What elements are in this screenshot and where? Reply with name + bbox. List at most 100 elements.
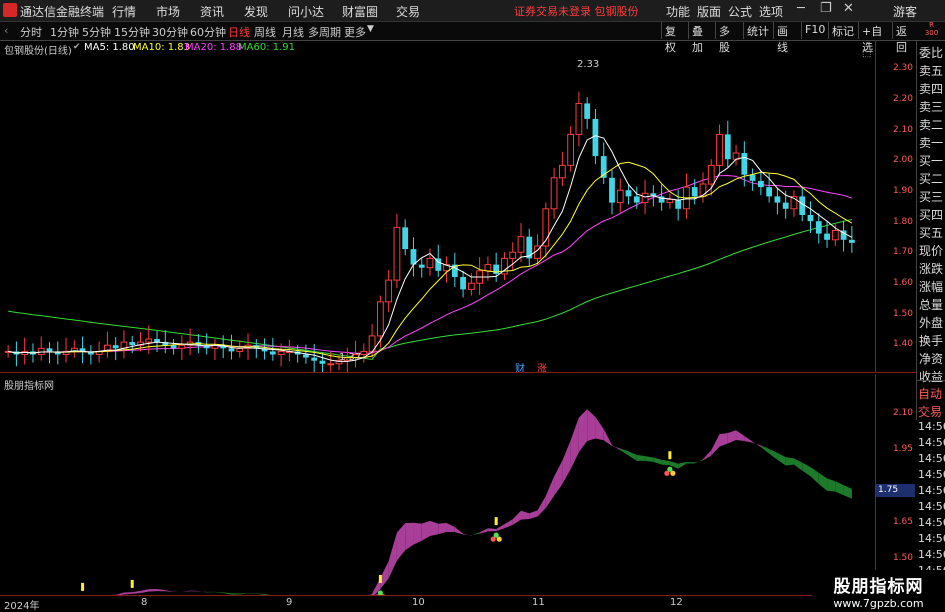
auto-button[interactable]: 自动 — [918, 385, 942, 403]
candle[interactable] — [741, 153, 747, 175]
candle[interactable] — [129, 342, 135, 345]
candle[interactable] — [576, 103, 582, 134]
restore-icon[interactable]: ❐ — [820, 1, 832, 16]
period-fenshi[interactable]: 分时 — [20, 24, 42, 40]
candle[interactable] — [361, 351, 367, 354]
candle[interactable] — [816, 221, 822, 233]
candle[interactable] — [667, 200, 673, 203]
period-monthly[interactable]: 月线 — [282, 24, 304, 40]
candle[interactable] — [311, 358, 317, 361]
period-weekly[interactable]: 周线 — [254, 24, 276, 40]
candle[interactable] — [568, 134, 574, 165]
toolbar-fanhui[interactable]: 返回 — [892, 22, 918, 39]
menu-banmian[interactable]: 版面 — [697, 3, 721, 20]
period-multi[interactable]: 多周期 — [308, 24, 341, 40]
candle[interactable] — [47, 348, 53, 351]
period-15min[interactable]: 15分钟 — [114, 24, 150, 40]
candle[interactable] — [518, 237, 524, 253]
candle[interactable] — [411, 249, 417, 265]
candle[interactable] — [642, 193, 648, 202]
candle[interactable] — [320, 361, 326, 364]
menu-wenxiaoda[interactable]: 问小达 — [288, 3, 324, 20]
guest-label[interactable]: 游客 — [893, 3, 917, 20]
candle[interactable] — [584, 103, 590, 119]
legend-toggle-icon[interactable]: ✔ — [73, 42, 81, 52]
candle[interactable] — [750, 175, 756, 181]
menu-faxian[interactable]: 发现 — [244, 3, 268, 20]
candle[interactable] — [485, 265, 491, 271]
candle[interactable] — [394, 227, 400, 280]
candle[interactable] — [717, 134, 723, 165]
candle[interactable] — [460, 277, 466, 289]
menu-xuanxiang[interactable]: 选项 — [759, 3, 783, 20]
candle[interactable] — [427, 258, 433, 267]
candle[interactable] — [634, 196, 640, 202]
candle[interactable] — [171, 345, 177, 348]
candle[interactable] — [783, 203, 789, 209]
candle[interactable] — [146, 339, 152, 342]
trade-button[interactable]: 交易 — [918, 403, 942, 421]
candle[interactable] — [278, 351, 284, 354]
candle[interactable] — [808, 215, 814, 221]
toolbar-diejia[interactable]: 叠加 — [688, 22, 715, 39]
menu-jiaoyi[interactable]: 交易 — [396, 3, 420, 20]
toolbar-f10[interactable]: F10 — [801, 22, 828, 39]
candle[interactable] — [799, 196, 805, 215]
candle[interactable] — [229, 348, 235, 351]
trade-login-warning[interactable]: 证券交易未登录 包钢股份 — [514, 3, 639, 19]
candle[interactable] — [270, 351, 276, 354]
candle[interactable] — [626, 190, 632, 196]
menu-gongshi[interactable]: 公式 — [728, 3, 752, 20]
candle[interactable] — [38, 348, 44, 354]
period-collapse-icon[interactable]: ‹ — [4, 24, 8, 37]
menu-shichang[interactable]: 市场 — [156, 3, 180, 20]
candle[interactable] — [559, 165, 565, 177]
candle[interactable] — [386, 280, 392, 302]
candle[interactable] — [468, 283, 474, 289]
period-daily[interactable]: 日线 — [228, 24, 250, 40]
menu-hangqing[interactable]: 行情 — [112, 3, 136, 20]
menu-gongneng[interactable]: 功能 — [666, 3, 690, 20]
candle[interactable] — [551, 178, 557, 209]
candle[interactable] — [402, 227, 408, 249]
menu-caifuquan[interactable]: 财富圈 — [342, 3, 378, 20]
candle[interactable] — [692, 187, 698, 196]
candle[interactable] — [725, 134, 731, 159]
candle[interactable] — [303, 355, 309, 358]
period-1min[interactable]: 1分钟 — [50, 24, 79, 40]
candle[interactable] — [849, 240, 855, 243]
minimize-icon[interactable]: ─ — [797, 1, 805, 16]
candle[interactable] — [617, 190, 623, 202]
toolbar-biaoji[interactable]: 标记 — [828, 22, 858, 39]
period-more[interactable]: 更多 — [344, 24, 366, 40]
indicator-chart[interactable] — [0, 374, 875, 595]
more-chevron-down-icon[interactable]: ▼ — [367, 24, 374, 34]
candle[interactable] — [328, 364, 334, 365]
candle[interactable] — [377, 302, 383, 336]
toolbar-huaxian[interactable]: 画线 — [773, 22, 801, 39]
candle[interactable] — [675, 200, 681, 209]
toolbar-fuquan[interactable]: 复权 — [661, 22, 688, 39]
candle[interactable] — [510, 252, 516, 258]
period-30min[interactable]: 30分钟 — [152, 24, 188, 40]
toolbar-zixuan[interactable]: +自选 — [858, 22, 892, 39]
menu-zixun[interactable]: 资讯 — [200, 3, 224, 20]
period-60min[interactable]: 60分钟 — [190, 24, 226, 40]
candle[interactable] — [766, 187, 772, 196]
r300-badge[interactable]: R300 — [918, 21, 945, 40]
candle[interactable] — [113, 345, 119, 348]
candle[interactable] — [832, 231, 838, 240]
close-icon[interactable]: ✕ — [843, 1, 854, 16]
candle[interactable] — [708, 165, 714, 184]
candle[interactable] — [824, 234, 830, 240]
candle[interactable] — [609, 178, 615, 203]
candle[interactable] — [775, 196, 781, 202]
expand-main-icon[interactable]: ⬚ — [862, 48, 871, 59]
toolbar-tongji[interactable]: 统计 — [743, 22, 773, 39]
candle[interactable] — [419, 265, 425, 268]
candle[interactable] — [758, 181, 764, 187]
candle[interactable] — [593, 119, 599, 156]
main-candle-chart[interactable] — [0, 40, 875, 372]
candle[interactable] — [179, 345, 185, 348]
toolbar-duogu[interactable]: 多股 — [715, 22, 743, 39]
